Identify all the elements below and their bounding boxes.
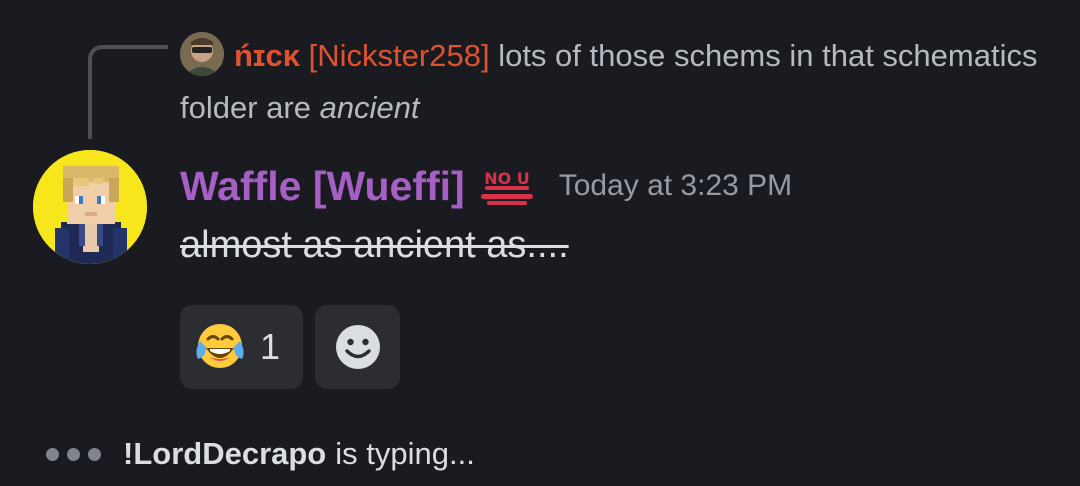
typing-dots-icon — [46, 447, 101, 461]
reaction-count: 1 — [260, 326, 281, 367]
typing-suffix: is typing... — [335, 436, 475, 471]
reply-text-emphasis: ancient — [319, 90, 420, 125]
typing-dot — [67, 447, 80, 461]
reply-author-handle[interactable]: [Nickster258] — [309, 38, 490, 73]
add-reaction-smiley-icon — [335, 325, 380, 369]
add-reaction-button[interactable] — [315, 305, 400, 389]
typing-user-name: !LordDecrapo — [123, 436, 327, 471]
reply-author-avatar[interactable] — [180, 32, 224, 76]
message-header: Waffle [Wueffi] NO U Today at 3:23 PM — [180, 158, 792, 214]
message-content: almost as ancient as.... — [180, 224, 569, 266]
message-author-avatar[interactable] — [33, 150, 147, 264]
no-u-icon-text: NO U — [484, 169, 530, 188]
typing-dot — [88, 447, 101, 461]
message-timestamp: Today at 3:23 PM — [558, 169, 793, 202]
no-u-icon: NO U — [480, 169, 533, 205]
typing-dot — [46, 447, 59, 461]
reply-author-nick[interactable]: ńɪᴄᴋ — [234, 38, 300, 73]
reply-author-name[interactable]: ńɪᴄᴋ [Nickster258] — [234, 38, 490, 73]
chat-view: ńɪᴄᴋ [Nickster258] lots of those schems … — [0, 0, 1080, 486]
face-with-tears-of-joy-icon — [196, 324, 244, 368]
reply-connector-line — [88, 45, 168, 139]
reply-preview[interactable]: ńɪᴄᴋ [Nickster258] lots of those schems … — [180, 30, 1060, 134]
reaction-laughing[interactable]: 1 — [180, 305, 303, 389]
typing-indicator: !LordDecrapo is typing... — [46, 436, 475, 472]
message-author-name[interactable]: Waffle [Wueffi] — [180, 163, 465, 210]
reaction-bar: 1 — [180, 305, 400, 389]
